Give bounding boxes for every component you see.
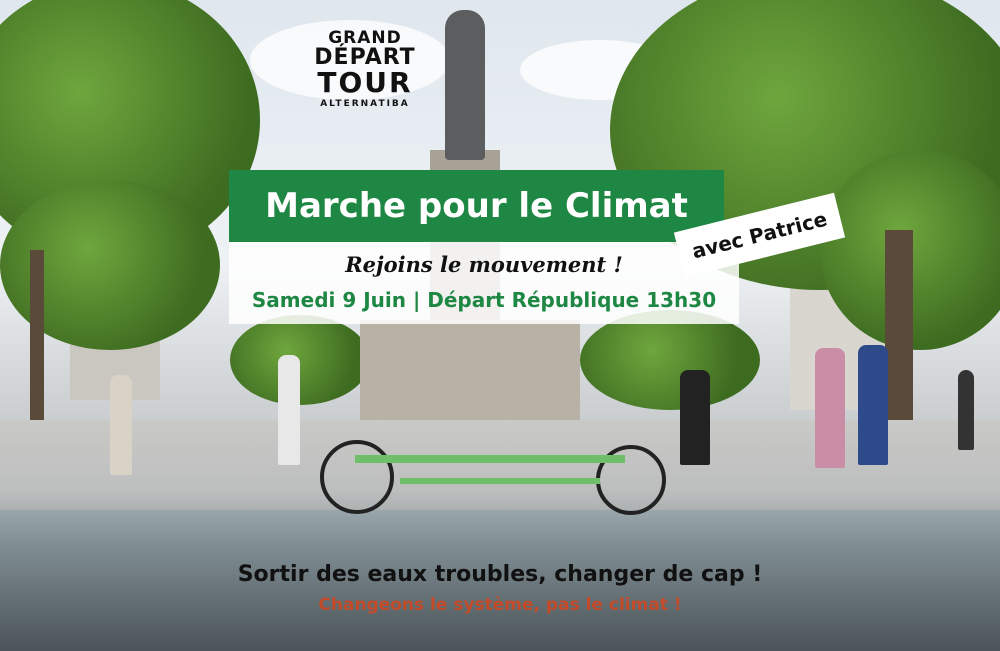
slogan: Sortir des eaux troubles, changer de cap…	[237, 562, 763, 587]
tree-trunk	[885, 230, 913, 440]
subtitle-box: Rejoins le mouvement ! Samedi 9 Juin | D…	[229, 242, 739, 324]
tagline: Rejoins le mouvement !	[345, 252, 623, 277]
poster-scene: GRAND DÉPART TOUR ALTERNATIBA Marche pou…	[0, 0, 1000, 651]
statue	[445, 10, 485, 160]
alternatiba-logo: GRAND DÉPART TOUR ALTERNATIBA	[300, 30, 430, 109]
subslogan: Changeons le système, pas le climat !	[318, 595, 682, 615]
monument-pedestal	[360, 320, 580, 420]
person	[110, 375, 132, 475]
logo-line-4: ALTERNATIBA	[320, 99, 410, 109]
event-info: Samedi 9 Juin | Départ République 13h30	[251, 288, 717, 312]
person	[680, 370, 710, 465]
slogan-block: Sortir des eaux troubles, changer de cap…	[0, 562, 1000, 615]
bike-wheel-rear	[320, 440, 394, 514]
bike-frame	[355, 455, 625, 463]
person	[278, 355, 300, 465]
page-title: Marche pour le Climat	[265, 186, 688, 226]
tree-mid-right	[580, 310, 760, 410]
title-banner: Marche pour le Climat	[229, 170, 724, 242]
bike-frame-lower	[400, 478, 600, 484]
person	[858, 345, 888, 465]
person	[958, 370, 974, 450]
logo-line-3: TOUR	[317, 66, 413, 99]
tree-mid	[230, 315, 370, 405]
person	[815, 348, 845, 468]
